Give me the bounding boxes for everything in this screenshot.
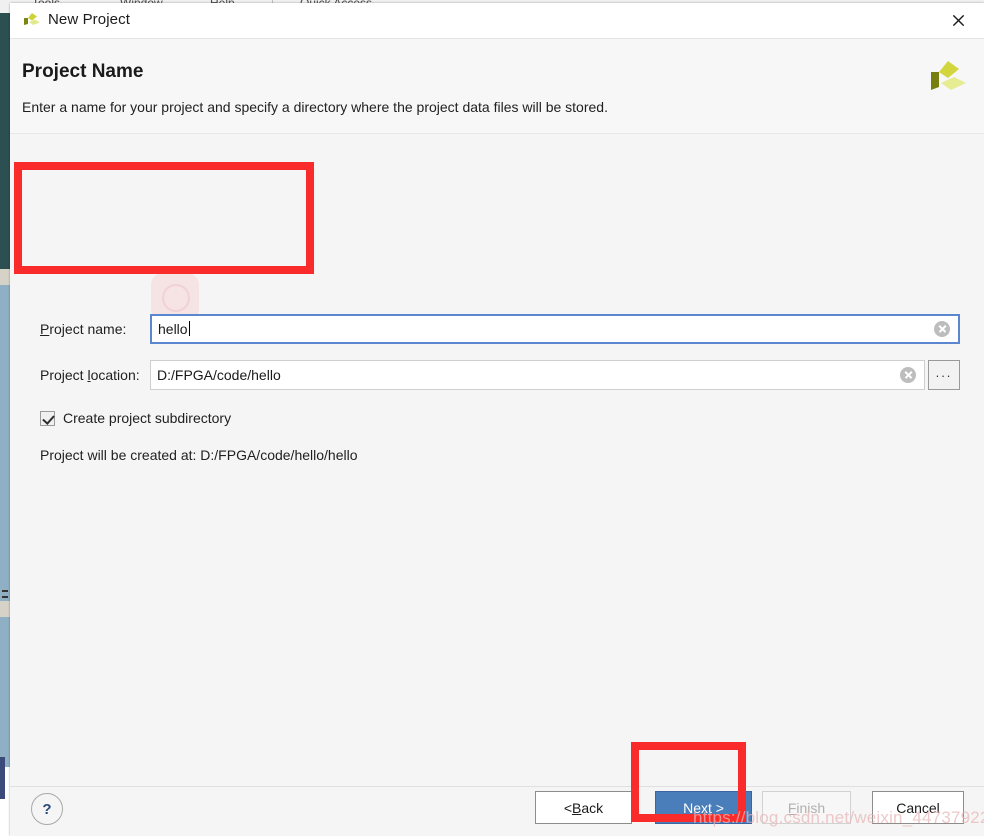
- created-at-text: Project will be created at: D:/FPGA/code…: [40, 447, 358, 463]
- finish-button: Finish: [762, 791, 851, 824]
- background-panel-mark-b: [2, 596, 8, 598]
- screen-root: Tools Window Help Quick Access New Proje…: [0, 0, 984, 836]
- background-panel-blue: [0, 285, 10, 601]
- browse-button[interactable]: ...: [928, 360, 960, 390]
- project-location-input[interactable]: D:/FPGA/code/hello: [150, 360, 925, 390]
- clear-circle-icon[interactable]: [934, 321, 950, 337]
- checkbox-checked-icon[interactable]: [40, 410, 55, 426]
- help-button[interactable]: ?: [31, 793, 63, 825]
- page-subtitle: Enter a name for your project and specif…: [22, 99, 608, 115]
- close-icon[interactable]: [934, 3, 982, 38]
- dialog-header: Project Name Enter a name for your proje…: [10, 39, 984, 134]
- background-panel-dark: [0, 13, 10, 269]
- next-button[interactable]: Next >: [655, 791, 752, 824]
- project-name-row: Project name: hello: [10, 314, 984, 344]
- vivado-logo-icon: [22, 12, 42, 30]
- background-panel-divider-top: [0, 269, 10, 285]
- dialog-body: Project name: hello Project location: D:…: [10, 134, 984, 786]
- clear-circle-icon[interactable]: [900, 367, 916, 383]
- cancel-button[interactable]: Cancel: [872, 791, 964, 824]
- text-caret: [188, 321, 190, 336]
- background-panel-accent: [0, 757, 5, 799]
- dialog-titlebar: New Project: [10, 3, 984, 39]
- dialog-footer: ? < Back Next > Finish Cancel: [10, 786, 984, 836]
- new-project-dialog: New Project Project Name Enter a name fo…: [10, 3, 984, 836]
- create-subdirectory-checkbox-row[interactable]: Create project subdirectory: [40, 410, 231, 426]
- back-button[interactable]: < Back: [535, 791, 632, 824]
- project-name-input[interactable]: hello: [150, 314, 960, 344]
- background-panel-divider-bottom: [0, 601, 10, 617]
- dialog-title: New Project: [48, 11, 130, 28]
- background-panel-mark-a: [2, 590, 8, 592]
- background-panel-blue-lower: [0, 617, 10, 767]
- project-location-row: Project location: D:/FPGA/code/hello ...: [10, 360, 984, 390]
- project-name-label: Project name:: [40, 321, 127, 337]
- create-subdirectory-label: Create project subdirectory: [63, 410, 232, 426]
- page-title: Project Name: [22, 61, 144, 82]
- project-location-label: Project location:: [40, 367, 140, 383]
- vivado-brand-logo-icon: [926, 57, 970, 101]
